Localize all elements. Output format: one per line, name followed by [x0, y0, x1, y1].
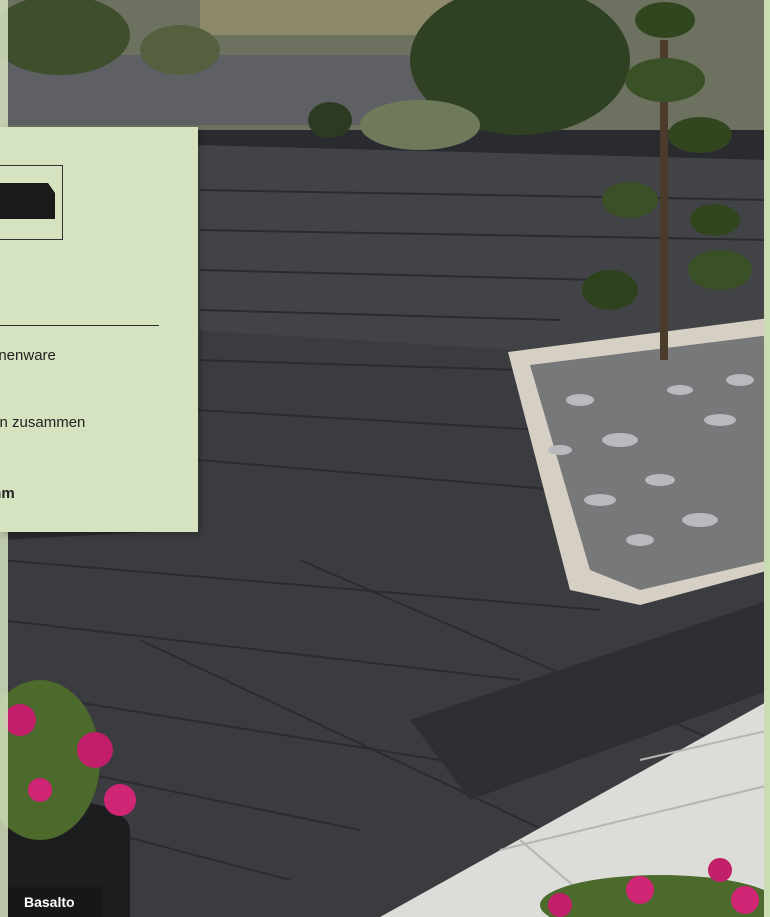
right-edge-strip	[764, 0, 770, 917]
panel-divider	[0, 325, 159, 326]
caption-badge: Basalto	[8, 887, 103, 917]
paving-upper	[190, 145, 770, 350]
small-shrub	[308, 102, 352, 138]
product-info-panel: nnenware ten zusammen mm	[0, 127, 198, 532]
panel-line-4: mm	[0, 485, 15, 502]
paver-profile-icon	[0, 183, 55, 219]
shrub-mid	[140, 25, 220, 75]
paver-profile-frame	[0, 165, 63, 240]
grass-bed	[360, 100, 480, 150]
panel-line-3: ten zusammen	[0, 414, 86, 431]
panel-line-1: nnenware	[0, 347, 56, 364]
